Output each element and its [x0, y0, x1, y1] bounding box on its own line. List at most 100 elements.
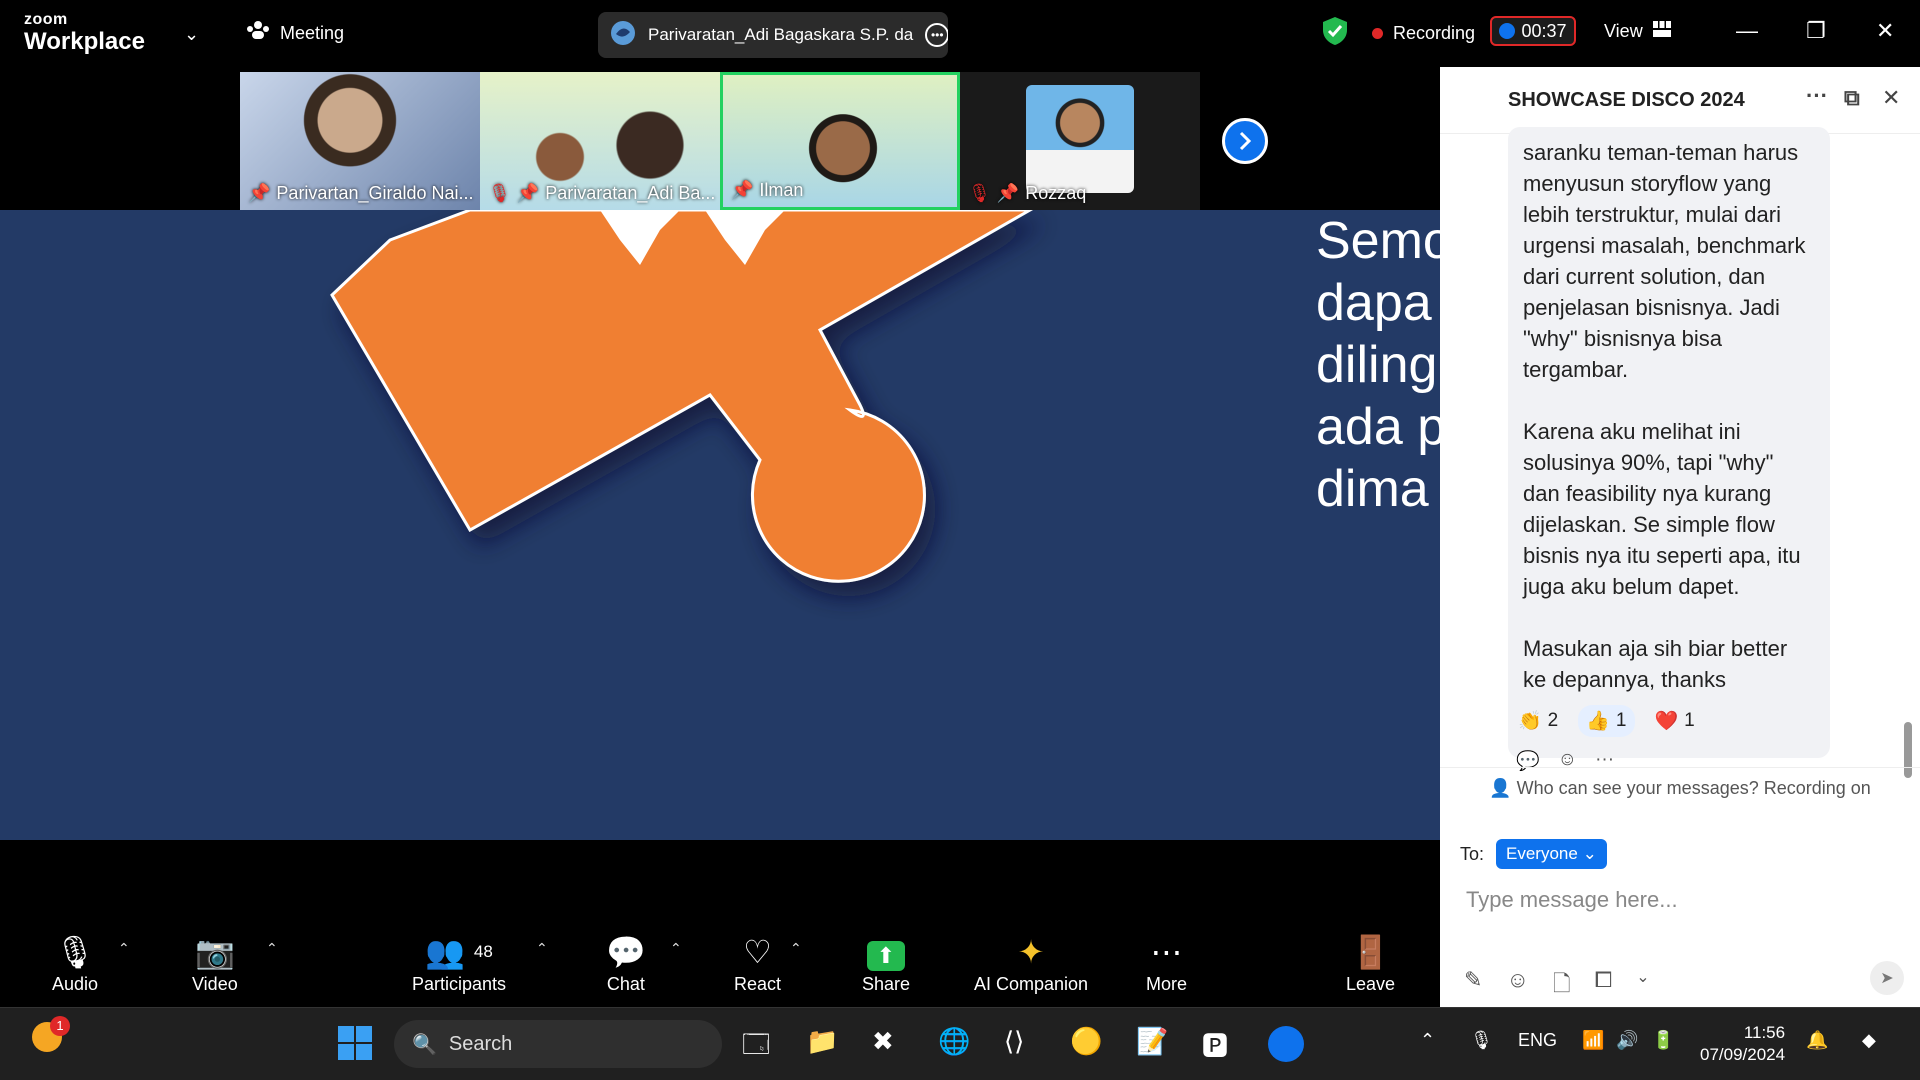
reaction-count: 1 [1684, 710, 1695, 731]
recording-indicator[interactable]: Recording [1372, 23, 1475, 44]
send-button[interactable]: ➤ [1870, 961, 1904, 995]
audio-label: Audio [52, 974, 99, 994]
recording-timer[interactable]: 00:37 [1490, 16, 1576, 46]
reaction-row: 👏 2 👍 1 ❤️ 1 [1510, 705, 1703, 737]
close-chat-icon[interactable]: ✕ [1882, 85, 1900, 111]
windows-start-icon[interactable] [338, 1026, 372, 1067]
tray-microphone-icon[interactable]: 🎙 [1470, 1030, 1493, 1051]
share-title-pill[interactable]: Parivaratan_Adi Bagaskara S.P. da ••• [598, 12, 948, 58]
reaction-count: 2 [1547, 710, 1559, 731]
powerpoint-icon[interactable]: 🅿 [1202, 1026, 1228, 1063]
chevron-down-icon[interactable]: ⌄ [184, 24, 199, 45]
pin-icon: 📌 [996, 183, 1020, 203]
participant-tile-active[interactable]: 📌 Ilman [720, 72, 960, 210]
battery-icon[interactable]: 🔋 [1652, 1030, 1674, 1051]
puzzle-graphic [330, 210, 1034, 583]
emoji-icon[interactable]: ☺ [1506, 967, 1528, 1005]
edge-browser-icon[interactable]: 🌐 [938, 1026, 970, 1057]
reaction-heart[interactable]: ❤️ 1 [1647, 705, 1703, 737]
view-button[interactable]: View [1604, 21, 1671, 42]
ai-companion-button[interactable]: ✦ AI Companion [974, 932, 1088, 995]
participants-button[interactable]: 👥 48 Participants [412, 932, 506, 995]
chat-options-caret[interactable]: ⌃ [670, 940, 682, 957]
privacy-notice[interactable]: 👤 Who can see your messages? Recording o… [1440, 767, 1920, 811]
volume-icon[interactable]: 🔊 [1616, 1030, 1638, 1051]
next-page-button[interactable] [1222, 118, 1268, 164]
taskbar-clock[interactable]: 11:56 07/09/2024 [1700, 1022, 1785, 1066]
share-button[interactable]: ⬆ Share [862, 932, 910, 995]
windows-taskbar: 1 🔍 Search 🗔 📁 ✖ 🌐 ⟨⟩ 🟡 📝 🅿 ⌃ 🎙 ENG 📶 🔊 … [0, 1007, 1920, 1080]
participants-label: Participants [412, 974, 507, 994]
clock-time: 11:56 [1743, 1023, 1786, 1042]
notepad-icon[interactable]: 📝 [1136, 1026, 1168, 1057]
notification-badge: 1 [50, 1016, 70, 1036]
tray-chevron-up-icon[interactable]: ⌃ [1420, 1030, 1435, 1051]
participant-name-text: Parivartan_Giraldo Nai... [276, 183, 474, 203]
react-options-caret[interactable]: ⌃ [790, 940, 802, 957]
format-icon[interactable]: ✎ [1464, 967, 1482, 1005]
wifi-icon[interactable]: 📶 [1582, 1030, 1604, 1051]
participant-tile[interactable]: 📌 Parivartan_Giraldo Nai... [240, 72, 480, 210]
file-explorer-icon[interactable]: 📁 [806, 1026, 838, 1057]
file-icon[interactable]: 🗋 [1553, 967, 1571, 1005]
screenshot-icon[interactable]: ⧠ [1595, 967, 1613, 1005]
timer-icon [1499, 23, 1516, 39]
weather-widget-icon[interactable]: 1 [32, 1016, 70, 1059]
reaction-clap[interactable]: 👏 2 [1510, 705, 1566, 737]
audio-button[interactable]: 🎙 Audio [52, 932, 98, 995]
meeting-toolbar: 🎙 Audio ⌃ 📷 Video ⌃ 👥 48 Participants ⌃ … [0, 840, 1440, 1007]
encryption-shield-icon[interactable] [1322, 16, 1348, 46]
slide-line: Semo [1316, 212, 1440, 270]
chrome-icon[interactable]: 🟡 [1070, 1026, 1102, 1057]
participant-name-text: Ilman [759, 180, 804, 200]
participant-tile[interactable]: 🎙 📌 Parivaratan_Adi Ba... [480, 72, 720, 210]
participant-strip: 📌 Parivartan_Giraldo Nai... 🎙 📌 Parivara… [240, 72, 1200, 210]
more-options-icon[interactable]: ••• [925, 23, 948, 47]
zoom-app-icon[interactable] [1268, 1026, 1304, 1069]
heart-icon: ❤️ [1654, 711, 1679, 732]
chevron-down-icon[interactable]: ⌄ [1636, 967, 1649, 1005]
chat-button[interactable]: 💬 Chat [606, 932, 646, 995]
minimize-icon[interactable]: — [1736, 18, 1758, 44]
react-label: React [734, 974, 782, 994]
participant-name: 🎙 📌 Rozzaq [968, 183, 1086, 204]
send-icon: ➤ [1880, 970, 1894, 987]
participant-name-text: Rozzaq [1025, 183, 1087, 203]
notification-center-icon[interactable]: 🔔 [1806, 1030, 1828, 1051]
language-indicator[interactable]: ENG [1518, 1030, 1557, 1051]
participants-count: 48 [473, 942, 493, 961]
participant-name-text: Parivaratan_Adi Ba... [545, 183, 716, 203]
pin-icon: 📌 [516, 183, 540, 203]
copilot-icon[interactable]: ◆ [1862, 1030, 1876, 1051]
restore-icon[interactable]: ❐ [1806, 18, 1826, 44]
share-label: Share [862, 974, 911, 994]
recipient-row: To: Everyone ⌄ [1460, 839, 1607, 869]
taskbar-search[interactable]: 🔍 Search [394, 1020, 722, 1068]
recording-dot-icon [1372, 28, 1383, 39]
participant-name: 📌 Ilman [731, 180, 803, 201]
audio-options-caret[interactable]: ⌃ [118, 940, 130, 957]
vscode-icon[interactable]: ⟨⟩ [1004, 1026, 1024, 1057]
microphone-icon: 🎙 [54, 934, 96, 970]
more-icon[interactable]: ··· [1806, 83, 1828, 109]
chat-title: SHOWCASE DISCO 2024 [1508, 88, 1745, 111]
sparkle-icon: ✦ [1017, 934, 1045, 970]
message-input[interactable]: Type message here... [1466, 887, 1678, 913]
meeting-button[interactable]: Meeting [246, 20, 344, 47]
xampp-icon[interactable]: ✖ [872, 1026, 894, 1057]
participant-tile[interactable]: 🎙 📌 Rozzaq [960, 72, 1200, 210]
video-options-caret[interactable]: ⌃ [266, 940, 278, 957]
task-view-icon[interactable]: 🗔 [742, 1026, 770, 1070]
more-button[interactable]: ⋯ More [1146, 932, 1187, 995]
popout-icon[interactable]: ⧉ [1844, 85, 1860, 111]
close-window-icon[interactable]: ✕ [1876, 18, 1894, 44]
slide-line: dima [1316, 460, 1429, 518]
reaction-thumbs-up[interactable]: 👍 1 [1578, 705, 1635, 737]
leave-button[interactable]: 🚪 Leave [1346, 932, 1395, 995]
participants-options-caret[interactable]: ⌃ [536, 940, 548, 957]
react-button[interactable]: ♡ React [734, 932, 781, 995]
chat-tools: ✎ ☺ 🗋 ⧠ ⌄ [1464, 967, 1650, 1005]
recipient-dropdown[interactable]: Everyone ⌄ [1496, 839, 1607, 869]
logo-workplace: Workplace [24, 28, 145, 55]
video-button[interactable]: 📷 Video [192, 932, 238, 995]
